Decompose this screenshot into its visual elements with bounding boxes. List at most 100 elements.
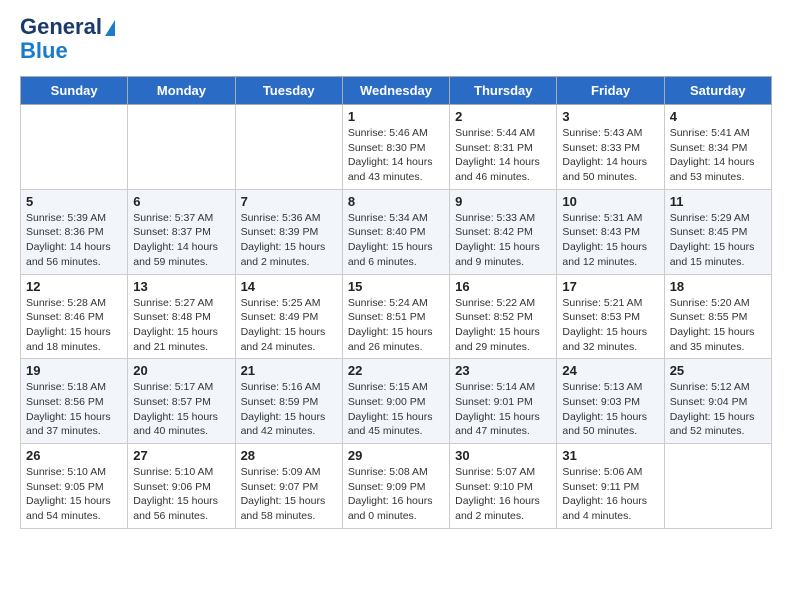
calendar-cell: 30 Sunrise: 5:07 AM Sunset: 9:10 PM Dayli… xyxy=(450,444,557,529)
day-info: Sunrise: 5:20 AM Sunset: 8:55 PM Dayligh… xyxy=(670,296,766,355)
calendar-cell: 1 Sunrise: 5:46 AM Sunset: 8:30 PM Daylig… xyxy=(342,105,449,190)
day-number: 22 xyxy=(348,363,444,378)
day-info: Sunrise: 5:28 AM Sunset: 8:46 PM Dayligh… xyxy=(26,296,122,355)
day-number: 12 xyxy=(26,279,122,294)
calendar-cell: 28Sunrise: 5:09 AM Sunset: 9:07 PM Dayli… xyxy=(235,444,342,529)
day-info: Sunrise: 5:10 AM Sunset: 9:06 PM Dayligh… xyxy=(133,465,229,524)
day-number: 16 xyxy=(455,279,551,294)
weekday-header-sunday: Sunday xyxy=(21,77,128,105)
calendar-cell: 14 Sunrise: 5:25 AM Sunset: 8:49 PM Dayli… xyxy=(235,274,342,359)
calendar-cell xyxy=(664,444,771,529)
day-info: Sunrise: 5:13 AM Sunset: 9:03 PM Dayligh… xyxy=(562,380,658,439)
calendar-cell: 10 Sunrise: 5:31 AM Sunset: 8:43 PM Dayli… xyxy=(557,189,664,274)
day-info: Sunrise: 5:18 AM Sunset: 8:56 PM Dayligh… xyxy=(26,380,122,439)
day-info: Sunrise: 5:43 AM Sunset: 8:33 PM Dayligh… xyxy=(562,126,658,185)
day-number: 11 xyxy=(670,194,766,209)
calendar-cell: 6 Sunrise: 5:37 AM Sunset: 8:37 PM Daylig… xyxy=(128,189,235,274)
calendar-cell: 12 Sunrise: 5:28 AM Sunset: 8:46 PM Dayli… xyxy=(21,274,128,359)
day-info: Sunrise: 5:41 AM Sunset: 8:34 PM Dayligh… xyxy=(670,126,766,185)
weekday-header-saturday: Saturday xyxy=(664,77,771,105)
day-number: 20 xyxy=(133,363,229,378)
calendar-cell: 2 Sunrise: 5:44 AM Sunset: 8:31 PM Daylig… xyxy=(450,105,557,190)
day-info: Sunrise: 5:15 AM Sunset: 9:00 PM Dayligh… xyxy=(348,380,444,439)
calendar-cell: 3 Sunrise: 5:43 AM Sunset: 8:33 PM Daylig… xyxy=(557,105,664,190)
day-info: Sunrise: 5:22 AM Sunset: 8:52 PM Dayligh… xyxy=(455,296,551,355)
day-number: 21 xyxy=(241,363,337,378)
week-row-3: 12 Sunrise: 5:28 AM Sunset: 8:46 PM Dayli… xyxy=(21,274,772,359)
calendar-cell: 7 Sunrise: 5:36 AM Sunset: 8:39 PM Daylig… xyxy=(235,189,342,274)
day-number: 31 xyxy=(562,448,658,463)
day-number: 30 xyxy=(455,448,551,463)
calendar-cell: 19 Sunrise: 5:18 AM Sunset: 8:56 PM Dayli… xyxy=(21,359,128,444)
day-info: Sunrise: 5:24 AM Sunset: 8:51 PM Dayligh… xyxy=(348,296,444,355)
weekday-header-monday: Monday xyxy=(128,77,235,105)
weekday-header-thursday: Thursday xyxy=(450,77,557,105)
day-number: 15 xyxy=(348,279,444,294)
day-info: Sunrise: 5:12 AM Sunset: 9:04 PM Dayligh… xyxy=(670,380,766,439)
day-number: 13 xyxy=(133,279,229,294)
day-info: Sunrise: 5:14 AM Sunset: 9:01 PM Dayligh… xyxy=(455,380,551,439)
day-info: Sunrise: 5:16 AM Sunset: 8:59 PM Dayligh… xyxy=(241,380,337,439)
calendar-cell: 25 Sunrise: 5:12 AM Sunset: 9:04 PM Dayli… xyxy=(664,359,771,444)
day-number: 3 xyxy=(562,109,658,124)
weekday-header-row: SundayMondayTuesdayWednesdayThursdayFrid… xyxy=(21,77,772,105)
day-info: Sunrise: 5:31 AM Sunset: 8:43 PM Dayligh… xyxy=(562,211,658,270)
day-number: 29 xyxy=(348,448,444,463)
day-info: Sunrise: 5:46 AM Sunset: 8:30 PM Dayligh… xyxy=(348,126,444,185)
calendar-cell: 22 Sunrise: 5:15 AM Sunset: 9:00 PM Dayli… xyxy=(342,359,449,444)
calendar-cell: 21 Sunrise: 5:16 AM Sunset: 8:59 PM Dayli… xyxy=(235,359,342,444)
header: General Blue xyxy=(20,16,772,64)
day-number: 5 xyxy=(26,194,122,209)
calendar-cell: 8Sunrise: 5:34 AM Sunset: 8:40 PM Daylig… xyxy=(342,189,449,274)
logo-text: General xyxy=(20,16,115,38)
weekday-header-friday: Friday xyxy=(557,77,664,105)
day-info: Sunrise: 5:10 AM Sunset: 9:05 PM Dayligh… xyxy=(26,465,122,524)
calendar-cell: 17Sunrise: 5:21 AM Sunset: 8:53 PM Dayli… xyxy=(557,274,664,359)
calendar-table: SundayMondayTuesdayWednesdayThursdayFrid… xyxy=(20,76,772,529)
day-number: 1 xyxy=(348,109,444,124)
day-number: 2 xyxy=(455,109,551,124)
calendar-cell xyxy=(21,105,128,190)
day-info: Sunrise: 5:07 AM Sunset: 9:10 PM Dayligh… xyxy=(455,465,551,524)
weekday-header-tuesday: Tuesday xyxy=(235,77,342,105)
week-row-1: 1 Sunrise: 5:46 AM Sunset: 8:30 PM Daylig… xyxy=(21,105,772,190)
day-number: 25 xyxy=(670,363,766,378)
calendar-cell: 15 Sunrise: 5:24 AM Sunset: 8:51 PM Dayli… xyxy=(342,274,449,359)
calendar-cell: 29 Sunrise: 5:08 AM Sunset: 9:09 PM Dayli… xyxy=(342,444,449,529)
day-info: Sunrise: 5:29 AM Sunset: 8:45 PM Dayligh… xyxy=(670,211,766,270)
page: General Blue SundayMondayTuesdayWednesda… xyxy=(0,0,792,545)
calendar-cell: 18 Sunrise: 5:20 AM Sunset: 8:55 PM Dayli… xyxy=(664,274,771,359)
calendar-cell: 13 Sunrise: 5:27 AM Sunset: 8:48 PM Dayli… xyxy=(128,274,235,359)
day-info: Sunrise: 5:08 AM Sunset: 9:09 PM Dayligh… xyxy=(348,465,444,524)
calendar-cell: 24Sunrise: 5:13 AM Sunset: 9:03 PM Dayli… xyxy=(557,359,664,444)
day-info: Sunrise: 5:17 AM Sunset: 8:57 PM Dayligh… xyxy=(133,380,229,439)
calendar-cell: 11 Sunrise: 5:29 AM Sunset: 8:45 PM Dayli… xyxy=(664,189,771,274)
day-info: Sunrise: 5:37 AM Sunset: 8:37 PM Dayligh… xyxy=(133,211,229,270)
logo-blue: Blue xyxy=(20,38,68,63)
calendar-cell xyxy=(128,105,235,190)
day-number: 7 xyxy=(241,194,337,209)
calendar-cell: 20 Sunrise: 5:17 AM Sunset: 8:57 PM Dayli… xyxy=(128,359,235,444)
day-number: 14 xyxy=(241,279,337,294)
day-number: 10 xyxy=(562,194,658,209)
day-number: 4 xyxy=(670,109,766,124)
day-info: Sunrise: 5:25 AM Sunset: 8:49 PM Dayligh… xyxy=(241,296,337,355)
logo: General Blue xyxy=(20,16,115,64)
day-number: 28 xyxy=(241,448,337,463)
day-info: Sunrise: 5:44 AM Sunset: 8:31 PM Dayligh… xyxy=(455,126,551,185)
day-number: 18 xyxy=(670,279,766,294)
day-number: 19 xyxy=(26,363,122,378)
day-number: 26 xyxy=(26,448,122,463)
week-row-4: 19 Sunrise: 5:18 AM Sunset: 8:56 PM Dayli… xyxy=(21,359,772,444)
calendar-cell: 4 Sunrise: 5:41 AM Sunset: 8:34 PM Daylig… xyxy=(664,105,771,190)
day-info: Sunrise: 5:34 AM Sunset: 8:40 PM Dayligh… xyxy=(348,211,444,270)
calendar-cell: 16 Sunrise: 5:22 AM Sunset: 8:52 PM Dayli… xyxy=(450,274,557,359)
day-info: Sunrise: 5:36 AM Sunset: 8:39 PM Dayligh… xyxy=(241,211,337,270)
day-number: 6 xyxy=(133,194,229,209)
day-info: Sunrise: 5:33 AM Sunset: 8:42 PM Dayligh… xyxy=(455,211,551,270)
day-number: 17 xyxy=(562,279,658,294)
day-info: Sunrise: 5:27 AM Sunset: 8:48 PM Dayligh… xyxy=(133,296,229,355)
week-row-5: 26 Sunrise: 5:10 AM Sunset: 9:05 PM Dayli… xyxy=(21,444,772,529)
day-info: Sunrise: 5:06 AM Sunset: 9:11 PM Dayligh… xyxy=(562,465,658,524)
day-number: 9 xyxy=(455,194,551,209)
